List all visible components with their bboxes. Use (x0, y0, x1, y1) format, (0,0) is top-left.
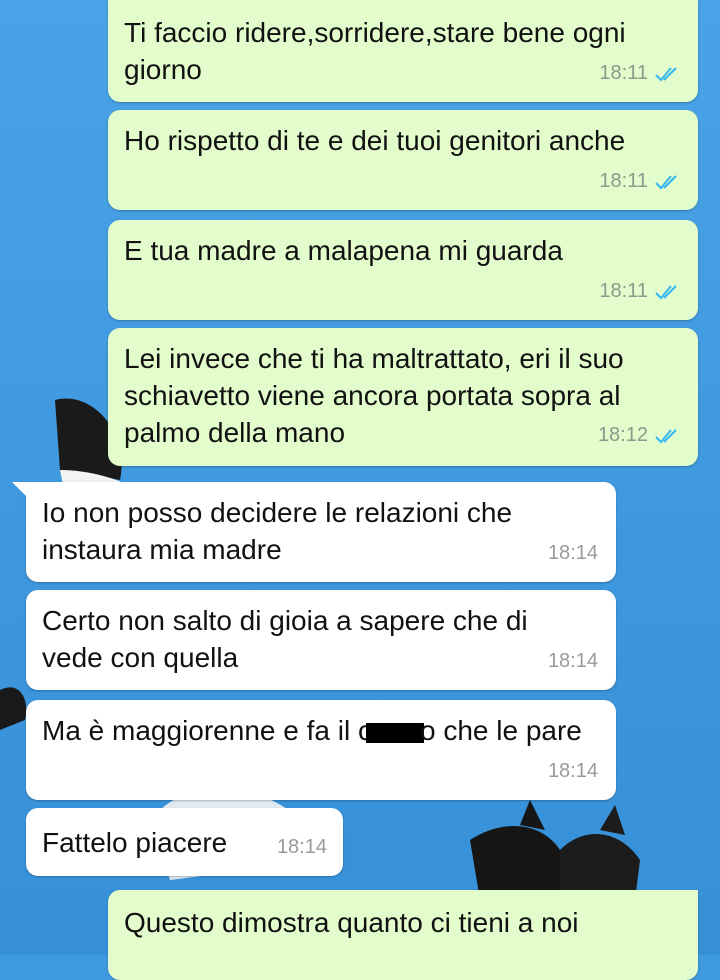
message-meta: 18:14 (548, 643, 598, 680)
message-text: Ma è maggiorenne e fa il c o che le pare (42, 712, 600, 749)
message-time: 18:14 (547, 542, 598, 564)
message-text-before: Ma è maggiorenne e fa il c (42, 715, 372, 746)
outgoing-message[interactable]: E tua madre a malapena mi guarda 18:11 (108, 220, 698, 320)
message-meta: 18:11 (599, 55, 682, 92)
message-time: 18:12 (597, 424, 648, 446)
double-check-icon (655, 174, 677, 189)
message-time: 18:11 (599, 62, 648, 84)
message-text-after: o che le pare (419, 715, 582, 746)
message-time: 18:14 (547, 650, 598, 672)
double-check-icon (655, 284, 677, 299)
message-meta: 18:14 (548, 753, 598, 790)
message-text: E tua madre a malapena mi guarda (124, 235, 563, 266)
message-text: Certo non salto di gioia a sapere che di… (42, 605, 528, 673)
message-meta: 18:14 (548, 535, 598, 572)
message-time: 18:14 (547, 760, 598, 782)
double-check-icon (655, 428, 677, 443)
outgoing-message[interactable]: Ti faccio ridere,sorridere,stare bene og… (108, 0, 698, 102)
message-text: Ho rispetto di te e dei tuoi genitori an… (124, 125, 626, 156)
message-meta: 18:11 (599, 163, 682, 200)
message-text: Questo dimostra quanto ci tieni a noi (124, 907, 579, 938)
outgoing-message[interactable]: Questo dimostra quanto ci tieni a noi (108, 890, 698, 980)
outgoing-message[interactable]: Ho rispetto di te e dei tuoi genitori an… (108, 110, 698, 210)
message-text: Ti faccio ridere,sorridere,stare bene og… (124, 17, 626, 85)
incoming-message[interactable]: Ma è maggiorenne e fa il co che le pare … (26, 700, 616, 800)
message-time: 18:11 (599, 170, 648, 192)
message-meta: 18:14 (277, 829, 327, 866)
double-check-icon (655, 66, 677, 81)
incoming-message[interactable]: Io non posso decidere le relazioni che i… (12, 482, 616, 582)
incoming-message[interactable]: Fattelo piacere 18:14 (26, 808, 343, 876)
message-text: Io non posso decidere le relazioni che i… (42, 497, 513, 565)
message-meta: 18:11 (599, 273, 682, 310)
bubble-tail (12, 482, 28, 498)
message-meta: 18:12 (598, 417, 682, 454)
message-time: 18:14 (276, 836, 327, 858)
redaction-bar (365, 722, 424, 743)
outgoing-message[interactable]: Lei invece che ti ha maltrattato, eri il… (108, 328, 698, 466)
incoming-message[interactable]: Certo non salto di gioia a sapere che di… (26, 590, 616, 690)
message-time: 18:11 (599, 280, 648, 302)
